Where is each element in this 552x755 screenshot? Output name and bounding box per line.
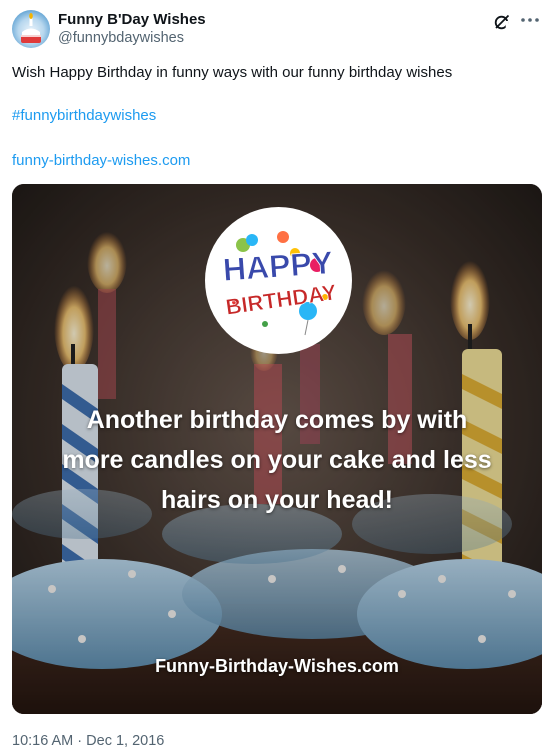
timestamp-date: Dec 1, 2016: [86, 733, 165, 749]
tweet-header: Funny B'Day Wishes @funnybdaywishes: [12, 10, 542, 50]
hashtag-link[interactable]: #funnybirthdaywishes: [12, 107, 156, 124]
timestamp-time: 10:16 AM: [12, 733, 74, 749]
quote-line: more candles on your cake and less: [62, 446, 492, 474]
website-link[interactable]: funny-birthday-wishes.com: [12, 152, 190, 169]
quote-line: Another birthday comes by with: [86, 406, 468, 434]
balloons-icon: HAPPY BIRTHDAY: [221, 231, 339, 336]
happy-birthday-logo: HAPPY BIRTHDAY: [205, 207, 352, 354]
more-options-button[interactable]: [518, 10, 542, 30]
grok-icon: [494, 14, 510, 30]
quote-line: hairs on your head!: [161, 486, 393, 514]
tweet-timestamp[interactable]: 10:16 AM · Dec 1, 2016: [12, 733, 164, 749]
site-watermark: Funny-Birthday-Wishes.com: [155, 656, 399, 676]
avatar[interactable]: [12, 10, 50, 48]
timestamp-separator: ·: [73, 733, 87, 749]
tweet-text: Wish Happy Birthday in funny ways with o…: [12, 64, 453, 81]
tweet-image[interactable]: HAPPY BIRTHDAY Another birthday comes by…: [12, 184, 542, 714]
more-dots-icon: [521, 18, 539, 22]
grok-button[interactable]: [492, 12, 512, 32]
author-display-name[interactable]: Funny B'Day Wishes: [58, 11, 206, 28]
birthday-quote: Another birthday comes by with more cand…: [12, 400, 542, 520]
birthday-cake-icon: [21, 13, 41, 43]
author-handle[interactable]: @funnybdaywishes: [58, 30, 184, 46]
